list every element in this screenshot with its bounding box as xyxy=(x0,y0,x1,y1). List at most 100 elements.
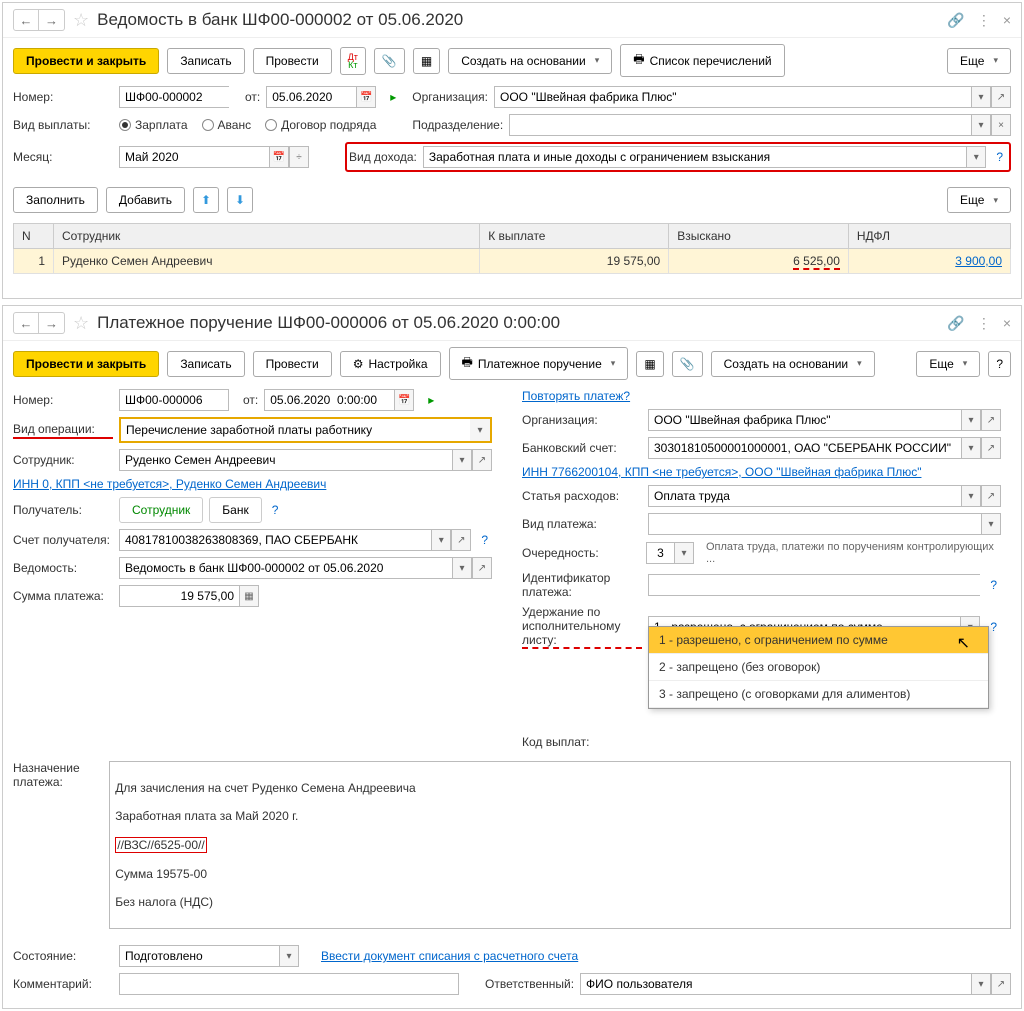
calculator-icon[interactable]: ▦ xyxy=(239,585,259,607)
radio-contract[interactable]: Договор подряда xyxy=(265,118,376,132)
open-icon[interactable]: ↗ xyxy=(991,973,1011,995)
post-button[interactable]: Провести xyxy=(253,351,332,377)
related-button[interactable]: ▦ xyxy=(636,351,663,377)
bank-acc-input[interactable] xyxy=(648,437,961,459)
nav-forward[interactable]: → xyxy=(39,9,65,31)
more-icon[interactable]: ⋮ xyxy=(977,12,991,29)
date-input[interactable] xyxy=(264,389,394,411)
radio-salary[interactable]: Зарплата xyxy=(119,118,188,132)
dropdown-option-3[interactable]: 3 - запрещено (с оговорками для алименто… xyxy=(649,681,988,708)
dropdown-icon[interactable]: ▾ xyxy=(961,437,981,459)
dropdown-icon[interactable]: ▾ xyxy=(452,557,472,579)
state-link[interactable]: Ввести документ списания с расчетного сч… xyxy=(321,949,578,963)
stepper-icon[interactable]: ÷ xyxy=(289,146,309,168)
purpose-textarea[interactable]: Для зачисления на счет Руденко Семена Ан… xyxy=(109,761,1011,929)
add-button[interactable]: Добавить xyxy=(106,187,185,213)
create-based-button[interactable]: Создать на основании xyxy=(448,48,612,74)
table-row[interactable]: 1 Руденко Семен Андреевич 19 575,00 6 52… xyxy=(14,249,1011,274)
state-input[interactable] xyxy=(119,945,279,967)
post-button[interactable]: Провести xyxy=(253,48,332,74)
create-based-button[interactable]: Создать на основании xyxy=(711,351,875,377)
post-close-button[interactable]: Провести и закрыть xyxy=(13,48,159,74)
comment-input[interactable] xyxy=(119,973,459,995)
radio-advance[interactable]: Аванс xyxy=(202,118,252,132)
help-icon[interactable]: ? xyxy=(992,150,1007,164)
open-icon[interactable]: ↗ xyxy=(981,437,1001,459)
dropdown-icon[interactable]: ▾ xyxy=(971,973,991,995)
dropdown-icon[interactable]: ▾ xyxy=(981,513,1001,535)
close-icon[interactable]: × xyxy=(1003,12,1011,28)
open-icon[interactable]: ↗ xyxy=(451,529,471,551)
org-input[interactable] xyxy=(648,409,961,431)
org-input[interactable] xyxy=(494,86,971,108)
open-icon[interactable]: ↗ xyxy=(472,557,492,579)
save-button[interactable]: Записать xyxy=(167,351,244,377)
open-icon[interactable]: ↗ xyxy=(981,485,1001,507)
move-up-button[interactable]: ⬆ xyxy=(193,187,219,213)
dept-input[interactable] xyxy=(509,114,971,136)
dropdown-option-1[interactable]: 1 - разрешено, с ограничением по сумме xyxy=(649,627,988,654)
open-icon[interactable]: ↗ xyxy=(981,409,1001,431)
statement-input[interactable] xyxy=(119,557,452,579)
move-down-button[interactable]: ⬇ xyxy=(227,187,253,213)
help-icon[interactable]: ? xyxy=(986,578,1001,592)
number-input[interactable] xyxy=(119,389,229,411)
print-button[interactable]: 🖶 Платежное поручение xyxy=(449,347,629,380)
dropdown-icon[interactable]: ▾ xyxy=(961,409,981,431)
favorite-icon[interactable]: ☆ xyxy=(73,10,89,31)
payment-id-input[interactable] xyxy=(648,574,980,596)
dropdown-icon[interactable]: ▾ xyxy=(966,146,986,168)
payment-kind-input[interactable] xyxy=(648,513,981,535)
tab-employee[interactable]: Сотрудник xyxy=(119,497,203,523)
nav-forward[interactable]: → xyxy=(39,312,65,334)
date-input[interactable] xyxy=(266,86,356,108)
employee-input[interactable] xyxy=(119,449,452,471)
calendar-icon[interactable]: 📅 xyxy=(356,86,376,108)
dt-kt-button[interactable]: ДтКт xyxy=(340,47,366,75)
repeat-link[interactable]: Повторять платеж? xyxy=(522,389,630,403)
attach-button[interactable]: 📎 xyxy=(672,351,703,377)
income-type-input[interactable] xyxy=(423,146,966,168)
related-button[interactable]: ▦ xyxy=(413,48,440,74)
save-button[interactable]: Записать xyxy=(167,48,244,74)
close-icon[interactable]: × xyxy=(1003,315,1011,331)
calendar-icon[interactable]: 📅 xyxy=(269,146,289,168)
sum-input[interactable] xyxy=(119,585,239,607)
dropdown-option-2[interactable]: 2 - запрещено (без оговорок) xyxy=(649,654,988,681)
dropdown-icon[interactable]: ▾ xyxy=(971,114,991,136)
dropdown-icon[interactable]: ▾ xyxy=(452,449,472,471)
priority-input[interactable] xyxy=(646,542,674,564)
inn-link-left[interactable]: ИНН 0, КПП <не требуется>, Руденко Семен… xyxy=(13,477,326,491)
post-close-button[interactable]: Провести и закрыть xyxy=(13,351,159,377)
help-button[interactable]: ? xyxy=(988,351,1011,377)
dropdown-icon[interactable]: ▾ xyxy=(971,86,991,108)
op-type-input[interactable] xyxy=(121,419,470,441)
attach-button[interactable]: 📎 xyxy=(374,48,405,74)
dropdown-icon[interactable]: ▾ xyxy=(961,485,981,507)
more-icon[interactable]: ⋮ xyxy=(977,315,991,332)
dropdown-icon[interactable]: ▾ xyxy=(674,542,694,564)
tab-bank[interactable]: Банк xyxy=(209,497,261,523)
more-button[interactable]: Еще xyxy=(916,351,980,377)
link-icon[interactable]: 🔗 xyxy=(947,12,964,29)
expense-input[interactable] xyxy=(648,485,961,507)
dropdown-icon[interactable]: ▾ xyxy=(470,419,490,441)
calendar-icon[interactable]: 📅 xyxy=(394,389,414,411)
responsible-input[interactable] xyxy=(580,973,971,995)
inn-link-right[interactable]: ИНН 7766200104, КПП <не требуется>, ООО … xyxy=(522,465,921,479)
fill-button[interactable]: Заполнить xyxy=(13,187,98,213)
number-input[interactable] xyxy=(119,86,229,108)
dropdown-icon[interactable]: ▾ xyxy=(279,945,299,967)
favorite-icon[interactable]: ☆ xyxy=(73,313,89,334)
more-button[interactable]: Еще xyxy=(947,187,1011,213)
open-icon[interactable]: ↗ xyxy=(472,449,492,471)
help-icon[interactable]: ? xyxy=(268,503,283,517)
link-icon[interactable]: 🔗 xyxy=(947,315,964,332)
open-icon[interactable]: ↗ xyxy=(991,86,1011,108)
settings-button[interactable]: ⚙ Настройка xyxy=(340,351,441,377)
help-icon[interactable]: ? xyxy=(477,533,492,547)
nav-back[interactable]: ← xyxy=(13,9,39,31)
more-button[interactable]: Еще xyxy=(947,48,1011,74)
nav-back[interactable]: ← xyxy=(13,312,39,334)
dropdown-icon[interactable]: ▾ xyxy=(431,529,451,551)
